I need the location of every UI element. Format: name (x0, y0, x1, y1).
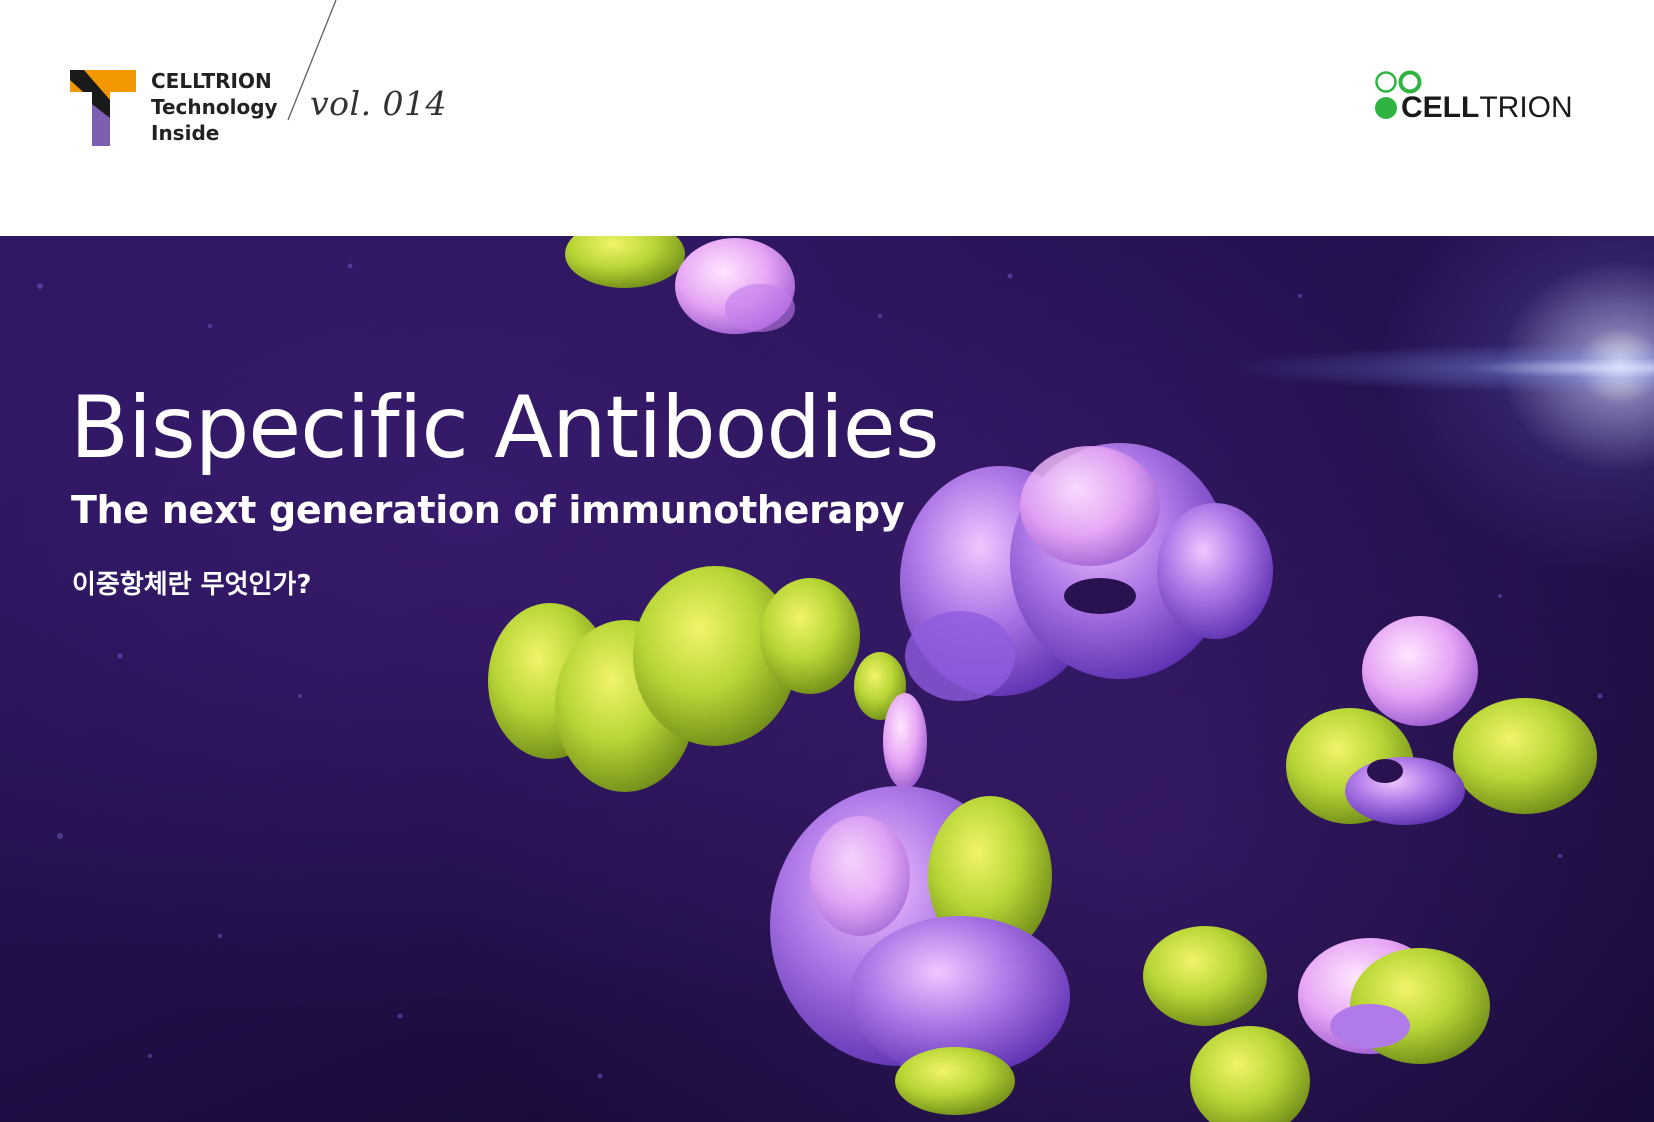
issue-volume: vol. 014 (310, 84, 448, 123)
wordmark-light: TRION (1479, 91, 1573, 124)
brand-line-3: Inside (151, 121, 220, 145)
korean-question: 이중항체란 무엇인가? (72, 570, 312, 600)
antibody-main (488, 443, 1273, 1115)
page-header: CELLTRION Technology Inside vol. 014 CEL… (0, 0, 1654, 236)
wordmark-bold: CELL (1401, 91, 1480, 124)
page-subtitle: The next generation of immunotherapy (71, 488, 905, 532)
page-title: Bispecific Antibodies (70, 378, 940, 478)
hero-banner: Bispecific Antibodies The next generatio… (0, 236, 1654, 1122)
brand-line-1: CELLTRION (151, 69, 272, 93)
antibody-illustration (37, 236, 1603, 1122)
celltrion-wordmark: CELLTRION (1401, 91, 1573, 125)
antibody-right (1286, 616, 1597, 825)
antibody-bottom-right (1143, 926, 1490, 1122)
antibody-top (565, 236, 795, 334)
celltrion-technology-inside-t-logo (70, 70, 136, 146)
brand-text: CELLTRION Technology Inside (151, 68, 281, 146)
brand-line-2: Technology (151, 95, 278, 119)
